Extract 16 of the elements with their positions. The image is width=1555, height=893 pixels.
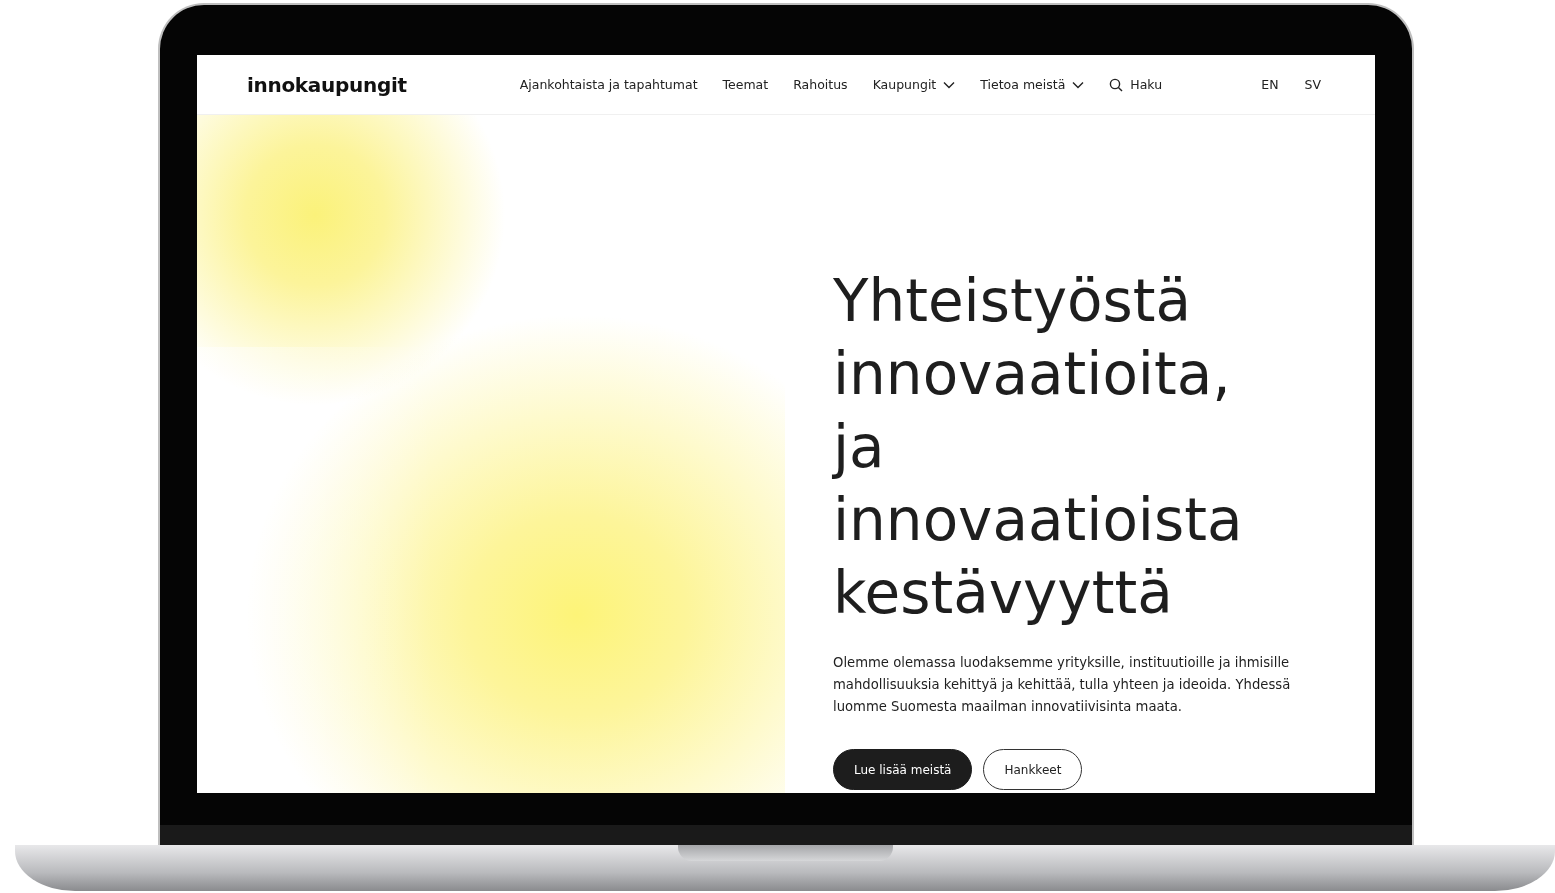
- nav-dropdown[interactable]: Kaupungit: [872, 77, 956, 92]
- site-logo[interactable]: innokaupungit: [247, 72, 407, 97]
- read-more-button[interactable]: Lue lisää meistä: [833, 749, 973, 790]
- nav-link[interactable]: Teemat: [722, 77, 769, 92]
- hero-text: Olemme olemassa luodaksemme yrityksille, instituutioille ja ihmisille mahdollisuuksia kehittyä ja kehittää, tulla yhteen ja ideoida. Yhdessä luomme Suomesta maailman innovatiivisinta maata.: [833, 654, 1292, 716]
- search-link[interactable]: Haku: [1109, 77, 1163, 92]
- language-link[interactable]: EN: [1261, 77, 1279, 92]
- search-icon: [1109, 77, 1124, 92]
- chevron-down-icon: [943, 80, 956, 89]
- nav-dropdown[interactable]: Tietoa meistä: [980, 77, 1085, 92]
- chevron-down-icon: [1072, 80, 1085, 89]
- hero-heading: Yhteistyöstä innovaatioita, ja innovaatioista kestävyyttä: [833, 266, 1244, 629]
- nav-link[interactable]: Rahoitus: [793, 77, 848, 92]
- language-link[interactable]: SV: [1304, 77, 1321, 92]
- projects-button[interactable]: Hankkeet: [983, 749, 1083, 790]
- nav-link[interactable]: Ajankohtaista ja tapahtumat: [519, 77, 698, 92]
